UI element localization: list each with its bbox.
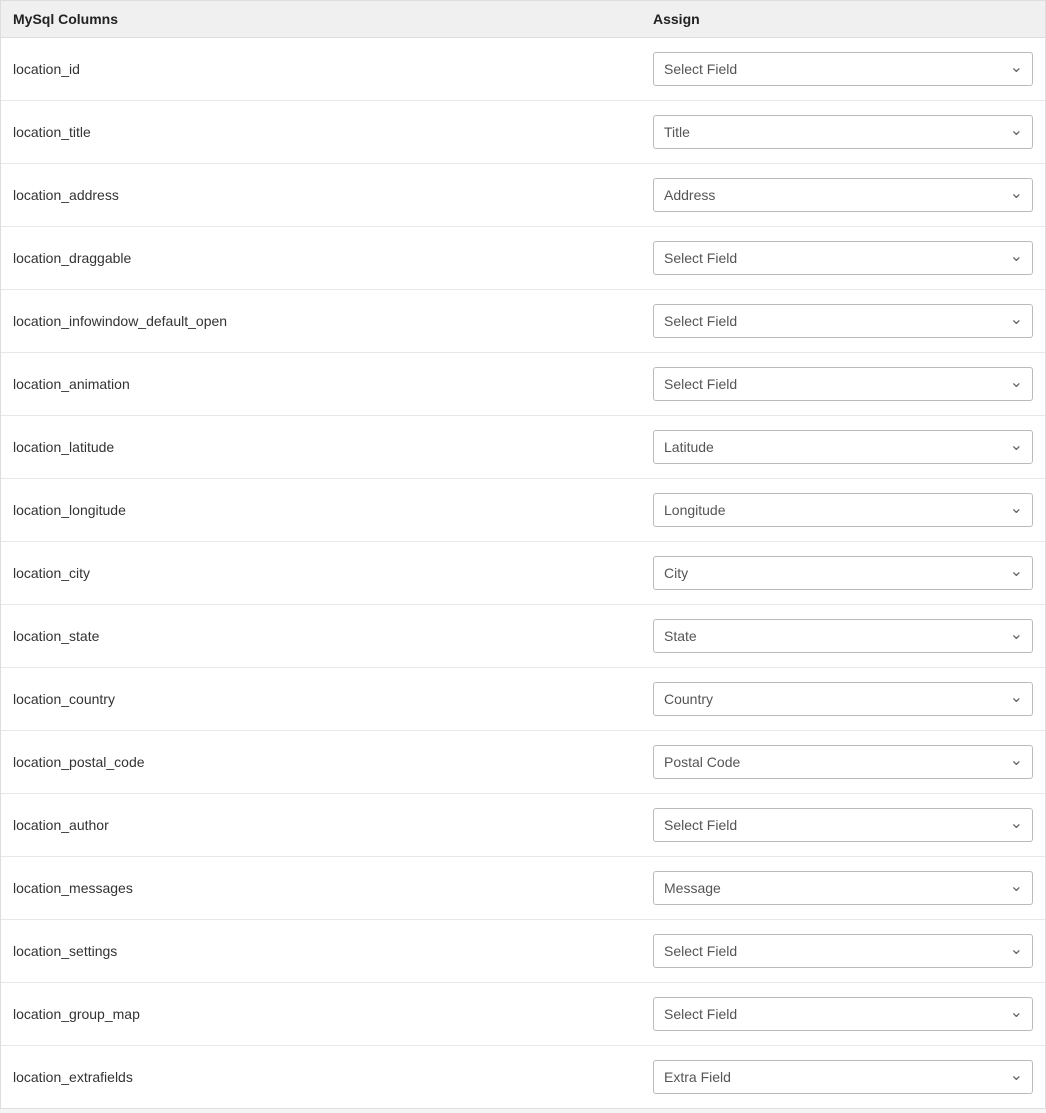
mysql-column-label: location_title xyxy=(13,124,653,140)
table-row: location_idSelect FieldTitleAddressLatit… xyxy=(1,38,1045,101)
assign-select[interactable]: Select FieldTitleAddressLatitudeLongitud… xyxy=(653,367,1033,401)
assign-select[interactable]: Select FieldTitleAddressLatitudeLongitud… xyxy=(653,304,1033,338)
assign-select[interactable]: Select FieldTitleAddressLatitudeLongitud… xyxy=(653,871,1033,905)
select-wrapper: Select FieldTitleAddressLatitudeLongitud… xyxy=(653,682,1033,716)
select-wrapper: Select FieldTitleAddressLatitudeLongitud… xyxy=(653,52,1033,86)
assign-select[interactable]: Select FieldTitleAddressLatitudeLongitud… xyxy=(653,745,1033,779)
assign-select-wrapper: Select FieldTitleAddressLatitudeLongitud… xyxy=(653,808,1033,842)
select-wrapper: Select FieldTitleAddressLatitudeLongitud… xyxy=(653,178,1033,212)
assign-select[interactable]: Select FieldTitleAddressLatitudeLongitud… xyxy=(653,430,1033,464)
select-wrapper: Select FieldTitleAddressLatitudeLongitud… xyxy=(653,808,1033,842)
table-row: location_citySelect FieldTitleAddressLat… xyxy=(1,542,1045,605)
assign-select-wrapper: Select FieldTitleAddressLatitudeLongitud… xyxy=(653,556,1033,590)
assign-select[interactable]: Select FieldTitleAddressLatitudeLongitud… xyxy=(653,997,1033,1031)
table-row: location_extrafieldsSelect FieldTitleAdd… xyxy=(1,1046,1045,1108)
assign-select[interactable]: Select FieldTitleAddressLatitudeLongitud… xyxy=(653,619,1033,653)
mysql-column-label: location_animation xyxy=(13,376,653,392)
table-row: location_group_mapSelect FieldTitleAddre… xyxy=(1,983,1045,1046)
assign-select-wrapper: Select FieldTitleAddressLatitudeLongitud… xyxy=(653,619,1033,653)
table-row: location_animationSelect FieldTitleAddre… xyxy=(1,353,1045,416)
select-wrapper: Select FieldTitleAddressLatitudeLongitud… xyxy=(653,619,1033,653)
select-wrapper: Select FieldTitleAddressLatitudeLongitud… xyxy=(653,493,1033,527)
assign-select-wrapper: Select FieldTitleAddressLatitudeLongitud… xyxy=(653,997,1033,1031)
select-wrapper: Select FieldTitleAddressLatitudeLongitud… xyxy=(653,115,1033,149)
assign-select-wrapper: Select FieldTitleAddressLatitudeLongitud… xyxy=(653,934,1033,968)
assign-select-wrapper: Select FieldTitleAddressLatitudeLongitud… xyxy=(653,178,1033,212)
table-row: location_titleSelect FieldTitleAddressLa… xyxy=(1,101,1045,164)
mysql-column-label: location_city xyxy=(13,565,653,581)
table-header: MySql Columns Assign xyxy=(1,1,1045,38)
assign-select[interactable]: Select FieldTitleAddressLatitudeLongitud… xyxy=(653,1060,1033,1094)
table-row: location_countrySelect FieldTitleAddress… xyxy=(1,668,1045,731)
assign-select[interactable]: Select FieldTitleAddressLatitudeLongitud… xyxy=(653,241,1033,275)
select-wrapper: Select FieldTitleAddressLatitudeLongitud… xyxy=(653,1060,1033,1094)
select-wrapper: Select FieldTitleAddressLatitudeLongitud… xyxy=(653,997,1033,1031)
assign-select-wrapper: Select FieldTitleAddressLatitudeLongitud… xyxy=(653,871,1033,905)
mysql-column-label: location_draggable xyxy=(13,250,653,266)
assign-select[interactable]: Select FieldTitleAddressLatitudeLongitud… xyxy=(653,808,1033,842)
select-wrapper: Select FieldTitleAddressLatitudeLongitud… xyxy=(653,745,1033,779)
select-wrapper: Select FieldTitleAddressLatitudeLongitud… xyxy=(653,304,1033,338)
mapping-table: MySql Columns Assign location_idSelect F… xyxy=(0,0,1046,1109)
select-wrapper: Select FieldTitleAddressLatitudeLongitud… xyxy=(653,934,1033,968)
table-row: location_longitudeSelect FieldTitleAddre… xyxy=(1,479,1045,542)
table-row: location_draggableSelect FieldTitleAddre… xyxy=(1,227,1045,290)
select-wrapper: Select FieldTitleAddressLatitudeLongitud… xyxy=(653,241,1033,275)
table-row: location_latitudeSelect FieldTitleAddres… xyxy=(1,416,1045,479)
assign-select-wrapper: Select FieldTitleAddressLatitudeLongitud… xyxy=(653,493,1033,527)
mysql-column-label: location_address xyxy=(13,187,653,203)
assign-header: Assign xyxy=(653,11,1033,27)
table-row: location_postal_codeSelect FieldTitleAdd… xyxy=(1,731,1045,794)
mysql-column-label: location_settings xyxy=(13,943,653,959)
mysql-column-label: location_author xyxy=(13,817,653,833)
select-wrapper: Select FieldTitleAddressLatitudeLongitud… xyxy=(653,430,1033,464)
assign-select-wrapper: Select FieldTitleAddressLatitudeLongitud… xyxy=(653,430,1033,464)
assign-select-wrapper: Select FieldTitleAddressLatitudeLongitud… xyxy=(653,115,1033,149)
assign-select-wrapper: Select FieldTitleAddressLatitudeLongitud… xyxy=(653,745,1033,779)
mysql-column-label: location_country xyxy=(13,691,653,707)
table-row: location_addressSelect FieldTitleAddress… xyxy=(1,164,1045,227)
table-row: location_settingsSelect FieldTitleAddres… xyxy=(1,920,1045,983)
assign-select-wrapper: Select FieldTitleAddressLatitudeLongitud… xyxy=(653,682,1033,716)
table-row: location_infowindow_default_openSelect F… xyxy=(1,290,1045,353)
mysql-column-label: location_messages xyxy=(13,880,653,896)
mysql-columns-header: MySql Columns xyxy=(13,11,653,27)
mysql-column-label: location_extrafields xyxy=(13,1069,653,1085)
assign-select-wrapper: Select FieldTitleAddressLatitudeLongitud… xyxy=(653,1060,1033,1094)
assign-select[interactable]: Select FieldTitleAddressLatitudeLongitud… xyxy=(653,115,1033,149)
assign-select[interactable]: Select FieldTitleAddressLatitudeLongitud… xyxy=(653,52,1033,86)
table-row: location_stateSelect FieldTitleAddressLa… xyxy=(1,605,1045,668)
mysql-column-label: location_infowindow_default_open xyxy=(13,313,653,329)
mysql-column-label: location_postal_code xyxy=(13,754,653,770)
assign-select[interactable]: Select FieldTitleAddressLatitudeLongitud… xyxy=(653,934,1033,968)
select-wrapper: Select FieldTitleAddressLatitudeLongitud… xyxy=(653,367,1033,401)
table-body: location_idSelect FieldTitleAddressLatit… xyxy=(1,38,1045,1108)
assign-select-wrapper: Select FieldTitleAddressLatitudeLongitud… xyxy=(653,241,1033,275)
assign-select-wrapper: Select FieldTitleAddressLatitudeLongitud… xyxy=(653,304,1033,338)
assign-select[interactable]: Select FieldTitleAddressLatitudeLongitud… xyxy=(653,682,1033,716)
mysql-column-label: location_id xyxy=(13,61,653,77)
table-row: location_authorSelect FieldTitleAddressL… xyxy=(1,794,1045,857)
select-wrapper: Select FieldTitleAddressLatitudeLongitud… xyxy=(653,556,1033,590)
select-wrapper: Select FieldTitleAddressLatitudeLongitud… xyxy=(653,871,1033,905)
assign-select[interactable]: Select FieldTitleAddressLatitudeLongitud… xyxy=(653,178,1033,212)
table-row: location_messagesSelect FieldTitleAddres… xyxy=(1,857,1045,920)
mysql-column-label: location_latitude xyxy=(13,439,653,455)
mysql-column-label: location_group_map xyxy=(13,1006,653,1022)
assign-select[interactable]: Select FieldTitleAddressLatitudeLongitud… xyxy=(653,493,1033,527)
assign-select-wrapper: Select FieldTitleAddressLatitudeLongitud… xyxy=(653,52,1033,86)
assign-select[interactable]: Select FieldTitleAddressLatitudeLongitud… xyxy=(653,556,1033,590)
assign-select-wrapper: Select FieldTitleAddressLatitudeLongitud… xyxy=(653,367,1033,401)
mysql-column-label: location_longitude xyxy=(13,502,653,518)
mysql-column-label: location_state xyxy=(13,628,653,644)
